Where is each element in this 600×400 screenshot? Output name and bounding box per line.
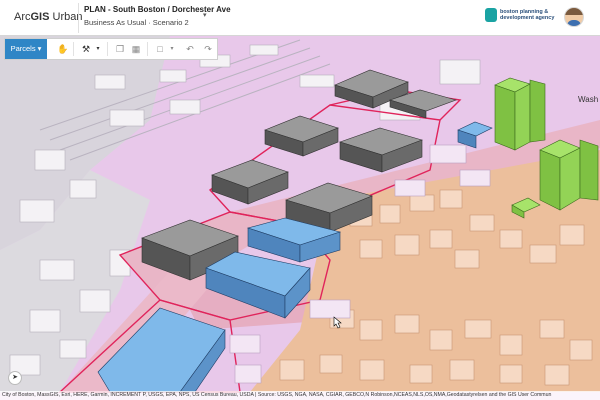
bpda-logo-icon <box>485 8 497 22</box>
app-header: ArcGIS Urban PLAN - South Boston / Dorch… <box>0 0 600 36</box>
shape-icon[interactable]: □ <box>155 44 165 54</box>
chevron-down-icon[interactable]: ▾ <box>93 44 103 54</box>
street-label: Wash <box>578 95 599 104</box>
avatar[interactable] <box>564 7 584 27</box>
plan-title[interactable]: PLAN - South Boston / Dorchester Ave <box>84 5 231 14</box>
app-title[interactable]: ArcGIS Urban <box>14 11 82 23</box>
undo-icon[interactable]: ↶ <box>185 44 195 54</box>
bpda-logo: boston planning & development agency <box>500 9 555 21</box>
scenario-label[interactable]: Business As Usual · Scenario 2 <box>84 18 189 27</box>
chevron-down-icon[interactable]: ▾ <box>203 11 207 19</box>
copy-icon[interactable]: ❐ <box>115 44 125 54</box>
hand-icon[interactable]: ✋ <box>57 44 68 54</box>
map-3d-view[interactable] <box>0 0 600 400</box>
redo-icon[interactable]: ↷ <box>203 44 213 54</box>
chevron-down-icon[interactable]: ▾ <box>167 44 177 54</box>
parcels-button[interactable]: Parcels ▾ <box>5 39 47 59</box>
toolbar: Parcels ▾ ✋ ⚒ ▾ ❐ ▦ □ ▾ ↶ ↷ <box>4 38 218 60</box>
grid-icon[interactable]: ▦ <box>131 44 141 54</box>
map-attribution: City of Boston, MassGIS, Esri, HERE, Gar… <box>0 391 600 400</box>
header-divider <box>78 3 79 33</box>
compass-icon[interactable]: ➤ <box>8 371 22 385</box>
wrench-icon[interactable]: ⚒ <box>81 44 91 54</box>
